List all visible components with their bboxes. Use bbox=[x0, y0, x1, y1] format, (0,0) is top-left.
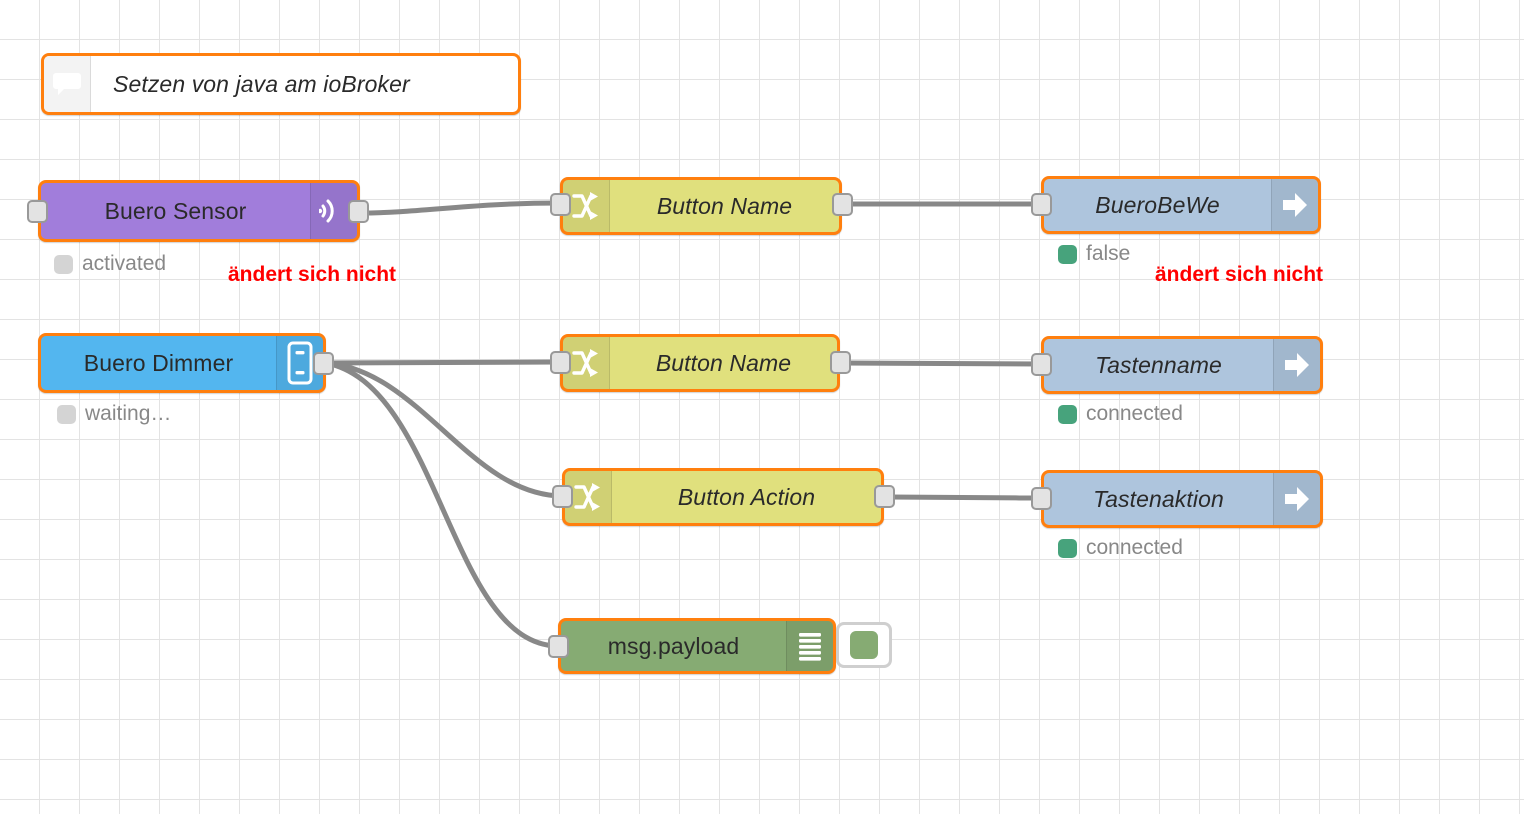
status-text: waiting… bbox=[85, 402, 172, 425]
node-buero-dimmer[interactable]: Buero Dimmer bbox=[38, 333, 326, 393]
status-dot bbox=[1058, 244, 1077, 264]
node-debug-payload-input-port[interactable] bbox=[548, 635, 569, 658]
node-buerobewe-status: false bbox=[1058, 242, 1130, 266]
arrow-right-icon bbox=[1273, 473, 1320, 525]
status-dot bbox=[1058, 538, 1077, 558]
node-tastenaktion[interactable]: Tastenaktion bbox=[1041, 470, 1323, 528]
status-dot bbox=[1058, 404, 1077, 424]
status-dot bbox=[54, 254, 73, 274]
debug-list-icon bbox=[786, 621, 833, 671]
wire-buero-sensor-to-button-name-1[interactable] bbox=[357, 200, 563, 216]
status-text: connected bbox=[1086, 536, 1183, 559]
wire-button-name-2-to-tastenname[interactable] bbox=[837, 360, 1044, 367]
status-text: false bbox=[1086, 242, 1131, 265]
node-button-action-input-port[interactable] bbox=[552, 485, 573, 508]
node-buero-sensor-status: activated bbox=[54, 252, 166, 276]
node-button-action-output-port[interactable] bbox=[874, 485, 895, 508]
comment-node-text: Setzen von java am ioBroker bbox=[113, 70, 410, 97]
wire-button-action-to-tastenaktion[interactable] bbox=[881, 494, 1044, 501]
status-dot bbox=[57, 404, 76, 424]
node-button-name-1[interactable]: Button Name bbox=[560, 177, 842, 235]
wire-buero-dimmer-to-button-name-2[interactable] bbox=[323, 359, 563, 366]
arrow-right-icon bbox=[1273, 339, 1320, 391]
node-label: msg.payload bbox=[607, 632, 740, 659]
node-label: Tastenaktion bbox=[1093, 485, 1224, 512]
node-button-name-1-output-port[interactable] bbox=[832, 193, 853, 216]
node-tastenaktion-input-port[interactable] bbox=[1031, 487, 1052, 510]
node-tastenaktion-status: connected bbox=[1058, 536, 1183, 560]
status-text: connected bbox=[1086, 402, 1183, 425]
node-label: Button Name bbox=[655, 349, 792, 376]
node-label: Button Action bbox=[677, 483, 816, 510]
node-tastenname[interactable]: Tastenname bbox=[1041, 336, 1323, 394]
annotation-output-unchanged: ändert sich nicht bbox=[1155, 263, 1324, 286]
node-button-name-2-input-port[interactable] bbox=[550, 351, 571, 374]
node-label: Buero Dimmer bbox=[83, 349, 234, 376]
node-buerobewe-input-port[interactable] bbox=[1031, 193, 1052, 216]
node-buero-dimmer-output-port[interactable] bbox=[313, 352, 334, 375]
node-buero-sensor-input-port[interactable] bbox=[27, 200, 48, 223]
node-button-name-2-output-port[interactable] bbox=[830, 351, 851, 374]
node-label: Button Name bbox=[656, 192, 793, 219]
node-buerobewe[interactable]: BueroBeWe bbox=[1041, 176, 1321, 234]
node-button-action[interactable]: Button Action bbox=[562, 468, 884, 526]
debug-toggle-indicator bbox=[850, 631, 878, 659]
node-buero-dimmer-status: waiting… bbox=[57, 402, 171, 426]
comment-bubble-icon bbox=[44, 56, 91, 112]
arrow-right-icon bbox=[1271, 179, 1318, 231]
node-buero-sensor-output-port[interactable] bbox=[348, 200, 369, 223]
node-buero-sensor[interactable]: Buero Sensor bbox=[38, 180, 360, 242]
node-debug-payload[interactable]: msg.payload bbox=[558, 618, 836, 674]
node-button-name-1-input-port[interactable] bbox=[550, 193, 571, 216]
node-label: Tastenname bbox=[1095, 351, 1222, 378]
node-label: BueroBeWe bbox=[1095, 191, 1220, 218]
wire-buero-dimmer-to-debug-payload[interactable] bbox=[323, 360, 561, 649]
node-button-name-2[interactable]: Button Name bbox=[560, 334, 840, 392]
comment-node[interactable]: Setzen von java am ioBroker bbox=[41, 53, 521, 115]
node-tastenname-status: connected bbox=[1058, 402, 1183, 426]
node-tastenname-input-port[interactable] bbox=[1031, 353, 1052, 376]
flow-canvas[interactable]: Setzen von java am ioBroker Buero Sensor… bbox=[0, 0, 1524, 814]
node-label: Buero Sensor bbox=[104, 197, 247, 224]
annotation-sensor-unchanged: ändert sich nicht bbox=[228, 263, 397, 286]
debug-enable-toggle[interactable] bbox=[836, 622, 892, 668]
status-text: activated bbox=[82, 252, 167, 275]
wire-buero-dimmer-to-button-action[interactable] bbox=[323, 360, 565, 499]
wires-layer bbox=[323, 200, 1044, 649]
